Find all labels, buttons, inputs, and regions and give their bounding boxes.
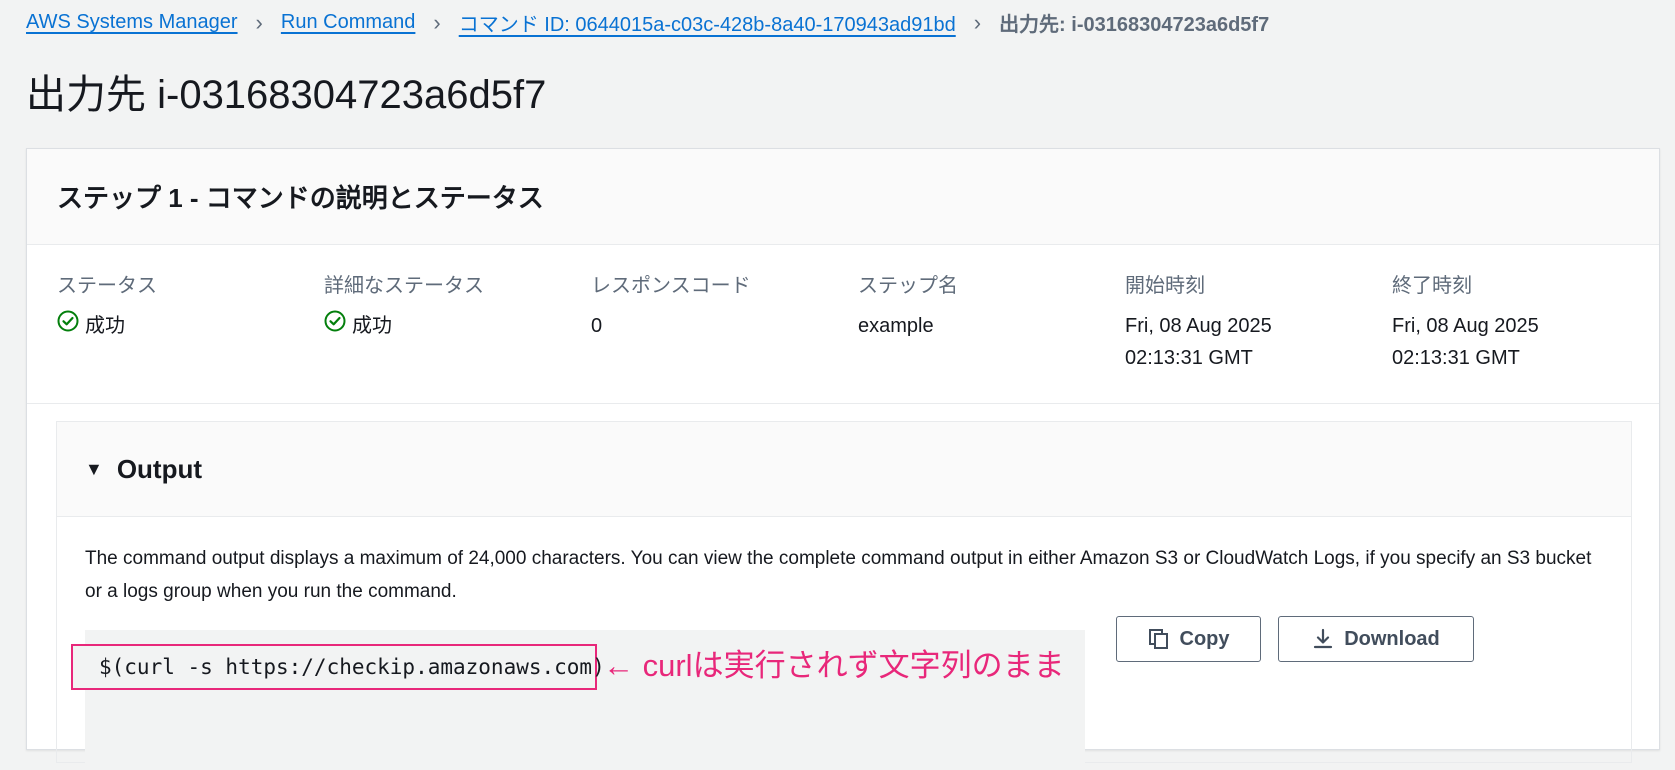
detailed-status-field: 詳細なステータス 成功	[324, 269, 584, 342]
output-panel: ▼ Output The command output displays a m…	[56, 421, 1632, 770]
breadcrumb-link-command-id[interactable]: コマンド ID: 0644015a-c03c-428b-8a40-170943a…	[459, 8, 956, 37]
breadcrumb: AWS Systems Manager › Run Command › コマンド…	[26, 8, 1269, 37]
command-output-highlight: $(curl -s https://checkip.amazonaws.com)	[71, 644, 605, 690]
copy-button[interactable]: Copy	[1116, 616, 1261, 662]
start-time-label: 開始時刻	[1125, 275, 1205, 297]
page-title: 出力先 i-03168304723a6d5f7	[26, 73, 547, 117]
chevron-right-icon: ›	[433, 9, 441, 35]
start-time-field: 開始時刻 Fri, 08 Aug 2025 02:13:31 GMT	[1125, 269, 1385, 374]
copy-icon	[1148, 628, 1170, 650]
response-code-value: 0	[591, 315, 603, 337]
detailed-status-value: 成功	[324, 310, 584, 342]
breadcrumb-link-systems-manager[interactable]: AWS Systems Manager	[26, 11, 238, 34]
detailed-status-label: 詳細なステータス	[324, 275, 484, 297]
status-grid: ステータス 成功 詳細なステータス 成功 レスポンスコード 0 ステップ名 ex…	[27, 245, 1659, 404]
start-time-value: Fri, 08 Aug 2025 02:13:31 GMT	[1125, 310, 1385, 374]
download-button-label: Download	[1344, 627, 1440, 650]
start-time-date: Fri, 08 Aug 2025	[1125, 315, 1272, 337]
response-code-field: レスポンスコード 0	[591, 269, 851, 342]
status-field: ステータス 成功	[57, 269, 317, 342]
step-name-label: ステップ名	[858, 275, 958, 297]
caret-down-icon: ▼	[85, 458, 103, 479]
output-title: Output	[116, 453, 203, 484]
step-name-value: example	[858, 315, 934, 337]
detailed-status-value-text: 成功	[352, 315, 392, 337]
output-description: The command output displays a maximum of…	[85, 548, 1592, 602]
end-time-date: Fri, 08 Aug 2025	[1392, 315, 1539, 337]
status-value-text: 成功	[85, 315, 125, 337]
step-panel-title: ステップ 1 - コマンドの説明とステータス	[57, 183, 544, 213]
chevron-right-icon: ›	[973, 9, 982, 35]
output-expand-toggle[interactable]: ▼ Output	[57, 422, 1631, 517]
chevron-right-icon: ›	[255, 9, 263, 35]
status-success-icon	[57, 310, 79, 342]
end-time-label: 終了時刻	[1392, 275, 1472, 297]
step-panel-header: ステップ 1 - コマンドの説明とステータス	[27, 149, 1659, 245]
status-label: ステータス	[57, 275, 157, 297]
end-time-field: 終了時刻 Fri, 08 Aug 2025 02:13:31 GMT	[1392, 269, 1652, 374]
status-success-icon	[324, 310, 346, 342]
start-time-clock: 02:13:31 GMT	[1125, 347, 1253, 369]
status-value: 成功	[57, 310, 317, 342]
end-time-clock: 02:13:31 GMT	[1392, 347, 1520, 369]
command-output-text: $(curl -s https://checkip.amazonaws.com)	[99, 655, 605, 679]
annotation-note: ← curlは実行されず文字列のまま	[603, 648, 1065, 683]
breadcrumb-current: 出力先: i-03168304723a6d5f7	[999, 14, 1270, 36]
response-code-label: レスポンスコード	[591, 275, 751, 297]
step-panel: ステップ 1 - コマンドの説明とステータス ステータス 成功 詳細なステータス…	[26, 148, 1660, 770]
step-name-field: ステップ名 example	[858, 269, 1118, 342]
download-icon	[1312, 628, 1334, 650]
copy-button-label: Copy	[1179, 627, 1230, 650]
end-time-value: Fri, 08 Aug 2025 02:13:31 GMT	[1392, 310, 1652, 374]
breadcrumb-link-run-command[interactable]: Run Command	[281, 11, 416, 34]
download-button[interactable]: Download	[1278, 616, 1474, 662]
